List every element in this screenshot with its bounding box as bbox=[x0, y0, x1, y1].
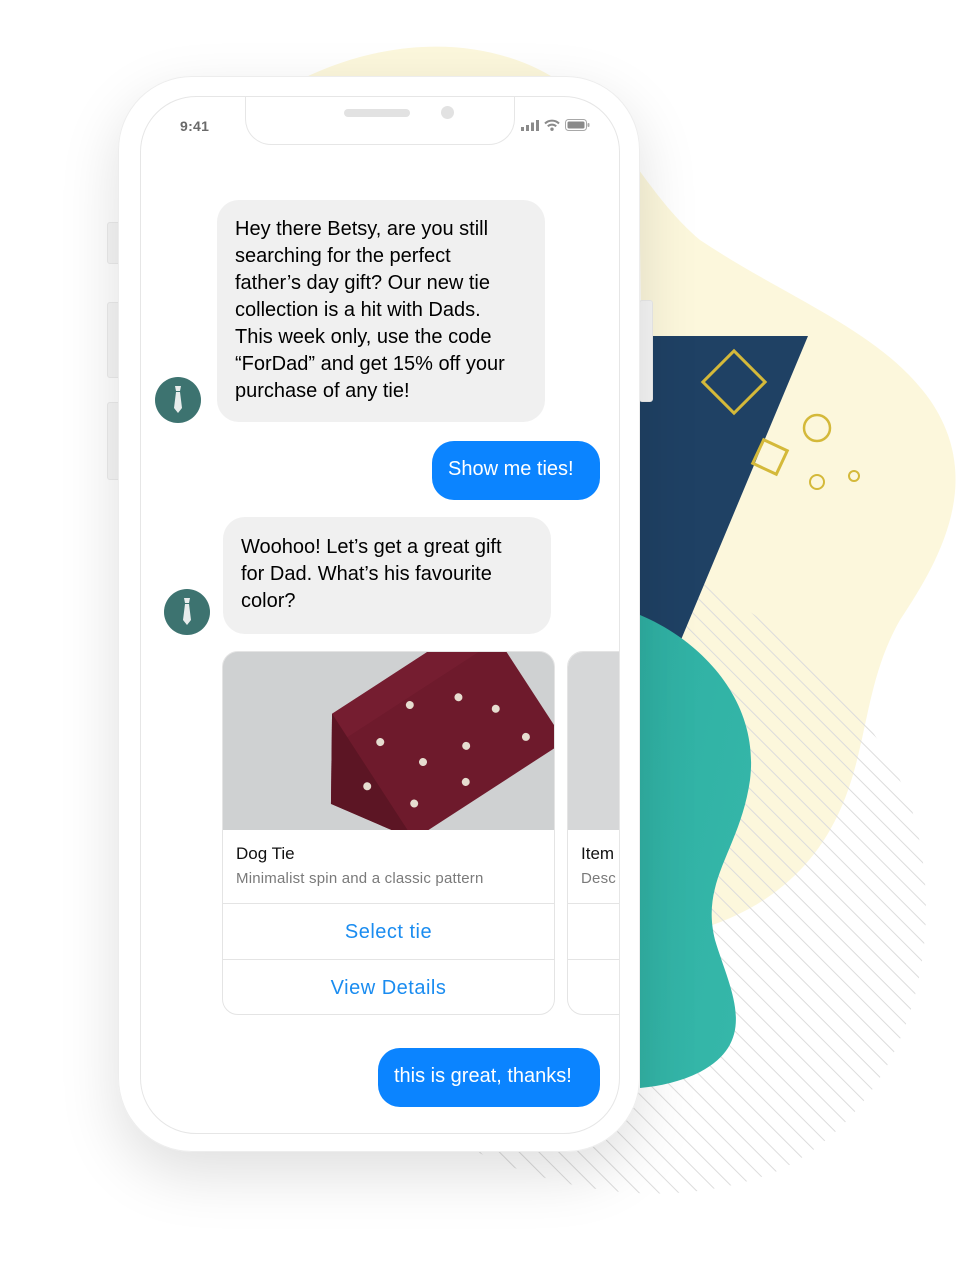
select-tie-button[interactable]: Select tie bbox=[223, 903, 554, 960]
user-message-1: Show me ties! bbox=[432, 441, 600, 500]
product-image-placeholder bbox=[568, 652, 619, 830]
speaker bbox=[344, 109, 410, 117]
message-line: color? bbox=[241, 590, 296, 612]
user-message-2: this is great, thanks! bbox=[378, 1048, 600, 1107]
message-line: “ForDad” and get 15% off your bbox=[235, 353, 505, 375]
product-description: Desc bbox=[581, 870, 616, 887]
status-icons bbox=[521, 119, 590, 131]
product-card-dog-tie[interactable]: Dog Tie Minimalist spin and a classic pa… bbox=[222, 651, 555, 1015]
bot-avatar bbox=[155, 377, 201, 423]
message-line: searching for the perfect bbox=[235, 245, 451, 267]
message-line: purchase of any tie! bbox=[235, 380, 410, 402]
message-line: father’s day gift? Our new tie bbox=[235, 272, 490, 294]
battery-icon bbox=[565, 119, 590, 131]
tie-icon bbox=[183, 598, 191, 625]
tie-icon bbox=[174, 386, 182, 413]
bot-message-1: Hey there Betsy, are you still searching… bbox=[217, 200, 545, 422]
bot-message-2: Woohoo! Let’s get a great gift for Dad. … bbox=[223, 517, 551, 634]
product-card-item[interactable]: Item Desc bbox=[567, 651, 619, 1015]
wifi-icon bbox=[544, 119, 560, 131]
product-image-dog-tie bbox=[223, 652, 554, 840]
card-button[interactable] bbox=[568, 903, 619, 960]
view-details-button[interactable]: View Details bbox=[223, 959, 554, 1014]
chat-screen: 9:41 Hey there Betsy, are you still sear… bbox=[140, 96, 620, 1134]
message-line: Woohoo! Let’s get a great gift bbox=[241, 536, 502, 558]
product-description: Minimalist spin and a classic pattern bbox=[236, 870, 484, 887]
product-title: Item bbox=[581, 844, 615, 863]
notch bbox=[245, 97, 515, 145]
message-line: for Dad. What’s his favourite bbox=[241, 563, 492, 585]
power-button bbox=[639, 300, 653, 402]
card-button[interactable] bbox=[568, 959, 619, 1014]
signal-icon bbox=[521, 119, 539, 131]
message-line: collection is a hit with Dads. bbox=[235, 299, 481, 321]
status-time: 9:41 bbox=[180, 118, 210, 134]
bot-avatar bbox=[164, 589, 210, 635]
message-line: Hey there Betsy, are you still bbox=[235, 218, 489, 240]
product-title: Dog Tie bbox=[236, 844, 295, 863]
camera bbox=[441, 106, 454, 119]
message-line: This week only, use the code bbox=[235, 326, 492, 348]
